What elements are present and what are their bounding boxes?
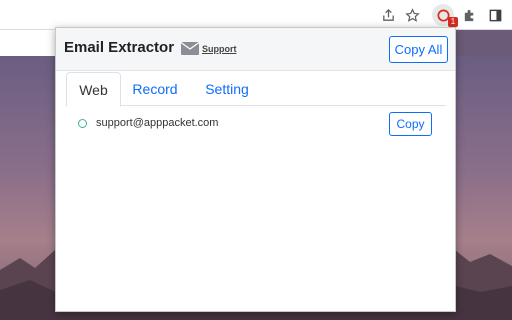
extension-badge: 1 bbox=[448, 17, 458, 27]
copy-email-button[interactable]: Copy bbox=[389, 112, 432, 136]
popup-header: Email Extractor Support Copy All bbox=[56, 28, 455, 71]
star-icon[interactable] bbox=[401, 4, 423, 26]
email-select-radio[interactable] bbox=[78, 119, 87, 128]
page-content-strip bbox=[0, 30, 56, 56]
share-icon[interactable] bbox=[377, 4, 399, 26]
email-extractor-popup: Email Extractor Support Copy All Web Rec… bbox=[55, 27, 456, 312]
side-panel-icon[interactable] bbox=[484, 4, 506, 26]
tab-record[interactable]: Record bbox=[124, 72, 186, 106]
puzzle-icon[interactable] bbox=[458, 4, 480, 26]
app-title: Email Extractor bbox=[64, 39, 175, 56]
support-link[interactable]: Support bbox=[202, 44, 237, 54]
browser-toolbar: 1 bbox=[0, 0, 512, 30]
tab-bar: Web Record Setting bbox=[66, 72, 446, 107]
tab-web[interactable]: Web bbox=[66, 72, 121, 107]
tab-setting[interactable]: Setting bbox=[194, 72, 260, 106]
email-address: support@apppacket.com bbox=[96, 117, 219, 129]
email-list-item: support@apppacket.com Copy bbox=[76, 112, 436, 136]
copy-all-button[interactable]: Copy All bbox=[389, 36, 448, 63]
envelope-icon bbox=[181, 42, 199, 55]
